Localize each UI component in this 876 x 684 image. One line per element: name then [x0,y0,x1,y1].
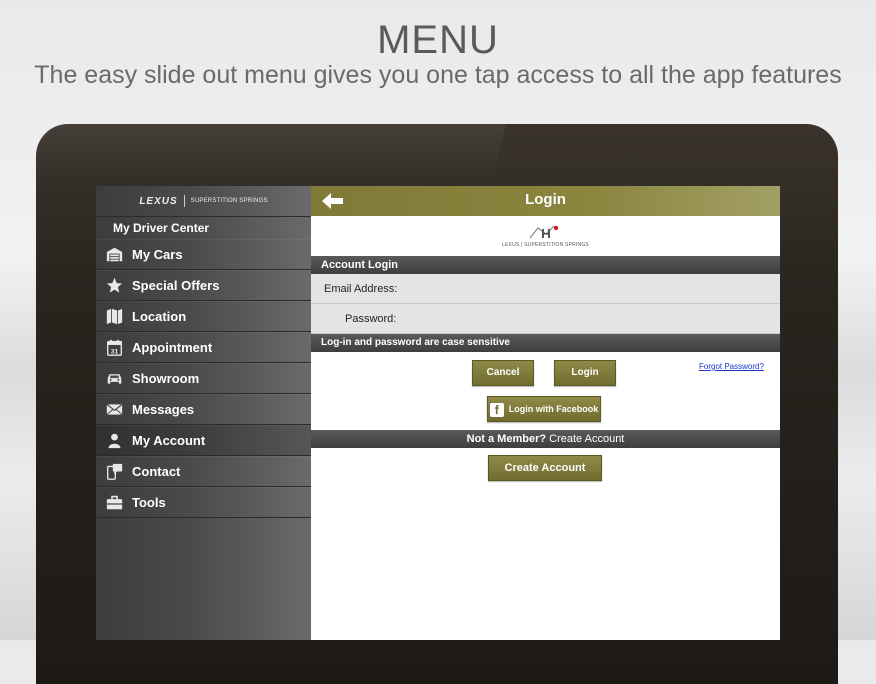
menu-item-label: Appointment [132,339,213,355]
password-field[interactable] [396,305,780,332]
slide-out-menu: LEXUS SUPERSTITION SPRINGS My Driver Cen… [96,186,311,640]
login-button[interactable]: Login [554,360,616,386]
brand-divider [183,195,185,207]
password-row: Password: [311,304,780,334]
car-icon [96,370,132,387]
driver-center-title: My Driver Center [113,221,210,235]
password-label: Password: [345,312,397,325]
dealer-logo: LEXUS | SUPERSTITION SPRINGS [311,216,780,256]
menu-item-special-offers[interactable]: Special Offers [96,270,311,301]
menu-item-contact[interactable]: Contact [96,456,311,487]
star-icon [96,277,132,294]
member-bar: Not a Member? Create Account [311,430,780,448]
dealer-emblem-icon [529,225,558,239]
member-prompt: Not a Member? [466,433,547,445]
envelope-icon [96,401,132,418]
cancel-button[interactable]: Cancel [472,360,534,386]
member-create-link[interactable]: Create Account [549,433,624,445]
menu-item-appointment[interactable]: 31 Appointment [96,332,311,363]
phone-icon [96,463,132,480]
menu-item-label: Messages [132,401,195,417]
promo-headline: MENU [377,18,499,62]
menu-item-messages[interactable]: Messages [96,394,311,425]
svg-text:31: 31 [110,348,118,355]
email-label: Email Address: [324,282,398,295]
facebook-login-button[interactable]: f Login with Facebook [487,396,601,422]
person-icon [96,432,132,449]
promo-subline: The easy slide out menu gives you one ta… [34,61,842,89]
email-row: Email Address: [311,274,780,304]
forgot-password-link[interactable]: Forgot Password? [699,362,764,371]
menu-item-label: My Account [132,432,206,448]
menu-item-location[interactable]: Location [96,301,311,332]
menu-item-label: Showroom [132,370,200,386]
account-login-header: Account Login [311,256,780,274]
brand-header: LEXUS SUPERSTITION SPRINGS [96,186,311,217]
lexus-logo: LEXUS [139,195,178,207]
create-account-button[interactable]: Create Account [488,455,602,481]
create-account-area: Create Account [311,448,780,488]
facebook-login-label: Login with Facebook [508,404,599,414]
menu-item-label: Contact [132,463,181,479]
garage-icon [96,246,132,263]
dealer-name: SUPERSTITION SPRINGS [190,198,268,204]
facebook-icon: f [489,402,504,417]
login-topbar: Login [311,186,780,216]
menu-item-label: Tools [132,494,166,510]
calendar-icon: 31 [96,339,132,356]
menu-item-label: Special Offers [132,277,220,293]
menu-item-label: Location [132,308,187,324]
page-title: Login [525,191,566,208]
tablet-gloss [36,124,506,186]
dealer-caption: LEXUS | SUPERSTITION SPRINGS [502,242,589,248]
email-field[interactable] [397,275,780,302]
app-screen: LEXUS SUPERSTITION SPRINGS My Driver Cen… [96,186,780,640]
menu-item-tools[interactable]: Tools [96,487,311,518]
login-panel: Login LEXUS | SUPERSTITION SPRINGS Accou… [311,186,780,640]
menu-item-showroom[interactable]: Showroom [96,363,311,394]
menu-item-label: My Cars [132,246,183,262]
menu-item-my-account[interactable]: My Account [96,425,311,456]
toolbox-icon [96,494,132,511]
map-icon [96,308,132,325]
case-sensitive-note: Log-in and password are case sensitive [311,334,780,352]
login-actions: Cancel Login Forgot Password? f Login wit… [311,352,780,430]
menu-item-my-cars[interactable]: My Cars [96,239,311,270]
